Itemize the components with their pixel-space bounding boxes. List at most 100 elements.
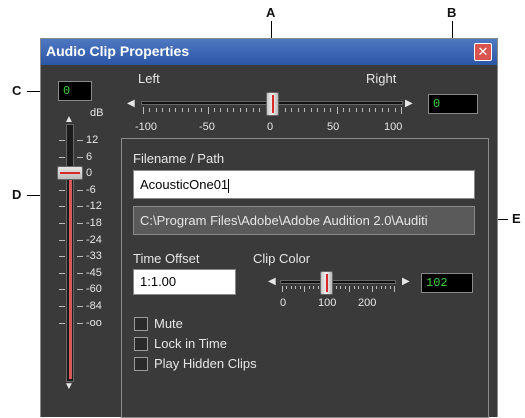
- volume-readout[interactable]: 0: [58, 81, 92, 101]
- close-button[interactable]: ✕: [474, 43, 492, 61]
- volume-tick-label: -6: [86, 183, 96, 196]
- pan-tick-mark: [259, 108, 261, 112]
- clip-color-slider-thumb[interactable]: [320, 271, 334, 295]
- filename-value: AcousticOne01: [140, 177, 229, 192]
- pan-tick-mark: [252, 108, 254, 112]
- volume-tick-label: -60: [86, 283, 102, 296]
- pan-tick-mark: [323, 108, 325, 112]
- pan-tick-mark: [304, 108, 306, 112]
- pan-tick-mark: [330, 108, 332, 112]
- clip-color-tick-mark: [353, 286, 355, 289]
- clip-color-tick-label: 200: [358, 297, 377, 309]
- pan-tick-mark: [362, 108, 364, 112]
- pan-right-label: Right: [366, 71, 397, 86]
- path-field[interactable]: C:\Program Files\Adobe\Adobe Audition 2.…: [133, 206, 475, 235]
- volume-tick-mark: [59, 239, 65, 241]
- volume-level-fill: [69, 174, 72, 379]
- clip-color-tick-mark: [371, 286, 373, 292]
- pan-tick-mark: [291, 108, 293, 112]
- volume-tick-mark: [77, 306, 83, 307]
- volume-slider-thumb[interactable]: [57, 166, 83, 181]
- pan-tick-label: -50: [199, 121, 215, 133]
- clip-color-tick-mark: [335, 286, 337, 289]
- volume-tick-mark: [77, 239, 83, 241]
- pan-left-arrow-icon[interactable]: ◀: [127, 98, 135, 109]
- pan-tick-mark: [220, 108, 222, 112]
- volume-tick-mark: [77, 140, 83, 141]
- volume-tick-mark: [77, 322, 83, 324]
- filename-input[interactable]: AcousticOne01: [133, 170, 475, 199]
- clip-color-tick-mark: [376, 286, 378, 289]
- callout-label-c: C: [12, 83, 22, 98]
- filename-label: Filename / Path: [133, 151, 225, 166]
- pan-tick-mark: [388, 108, 390, 112]
- clip-color-tick-mark: [385, 286, 387, 289]
- volume-tick-mark: [77, 272, 83, 274]
- lock-in-time-checkbox[interactable]: [134, 337, 148, 351]
- volume-tick-label: -45: [86, 266, 102, 279]
- dialog-title: Audio Clip Properties: [46, 43, 190, 59]
- volume-down-arrow-icon[interactable]: ▼: [64, 381, 74, 392]
- clip-color-tick-mark: [340, 286, 342, 289]
- pan-tick-mark: [375, 108, 377, 112]
- volume-tick-mark: [77, 256, 83, 258]
- pan-tick-label: 100: [384, 121, 403, 133]
- pan-slider-thumb[interactable]: [266, 92, 279, 116]
- volume-slider-track[interactable]: [66, 124, 74, 382]
- volume-tick-label: 6: [86, 150, 93, 163]
- volume-tick-mark: [59, 189, 65, 191]
- clip-color-tick-mark: [362, 286, 364, 289]
- volume-tick-label: 12: [86, 134, 99, 146]
- callout-label-b: B: [447, 5, 457, 20]
- pan-tick-mark: [175, 108, 177, 112]
- pan-tick-mark: [349, 108, 351, 112]
- pan-tick-mark: [188, 108, 190, 112]
- pan-tick-mark: [201, 108, 203, 112]
- text-cursor: [228, 178, 230, 193]
- clip-color-tick-mark: [349, 286, 351, 292]
- volume-tick-mark: [77, 206, 83, 208]
- mute-checkbox[interactable]: [134, 317, 148, 331]
- volume-tick-mark: [77, 289, 83, 291]
- volume-tick-label: -33: [86, 250, 102, 263]
- clip-settings-panel: Filename / Path AcousticOne01 C:\Program…: [121, 138, 489, 418]
- clip-color-right-arrow-icon[interactable]: ▶: [402, 276, 410, 287]
- clip-color-tick-mark: [380, 286, 382, 289]
- audio-clip-properties-dialog: Audio Clip Properties ✕ 0 Left Right ◀ ▶…: [40, 38, 498, 418]
- clip-color-tick-mark: [304, 286, 306, 292]
- pan-tick-mark: [181, 108, 183, 112]
- pan-tick-mark: [168, 108, 170, 112]
- clip-color-tick-mark: [313, 286, 315, 289]
- pan-tick-mark: [317, 108, 319, 112]
- pan-tick-mark: [207, 107, 209, 114]
- clip-color-slider-track[interactable]: [280, 280, 396, 284]
- pan-tick-mark: [381, 108, 383, 112]
- clip-color-tick-mark: [295, 286, 297, 289]
- pan-tick-mark: [233, 108, 235, 112]
- db-unit-label: dB: [90, 107, 104, 119]
- clip-color-tick-label: 0: [280, 297, 287, 309]
- callout-label-d: D: [12, 187, 22, 202]
- pan-tick-mark: [246, 108, 248, 112]
- pan-tick-label: -100: [135, 121, 158, 133]
- volume-tick-mark: [59, 156, 65, 158]
- clip-color-readout[interactable]: 102: [421, 273, 473, 293]
- title-bar[interactable]: Audio Clip Properties ✕: [41, 39, 497, 65]
- play-hidden-clips-checkbox[interactable]: [134, 357, 148, 371]
- pan-tick-mark: [149, 108, 151, 112]
- volume-tick-mark: [59, 256, 65, 258]
- volume-tick-label: -oo: [86, 316, 102, 329]
- volume-tick-label: -84: [86, 300, 102, 312]
- volume-tick-mark: [77, 156, 83, 158]
- pan-right-arrow-icon[interactable]: ▶: [405, 98, 413, 109]
- clip-color-tick-mark: [282, 286, 283, 292]
- volume-tick-label: 0: [86, 167, 93, 180]
- time-offset-input[interactable]: 1:1.00: [133, 269, 236, 295]
- clip-color-left-arrow-icon[interactable]: ◀: [268, 276, 276, 287]
- clip-color-tick-mark: [290, 286, 292, 289]
- clip-color-tick-mark: [317, 286, 319, 289]
- pan-readout[interactable]: 0: [428, 94, 478, 114]
- clip-color-tick-label: 100: [318, 297, 337, 309]
- play-hidden-clips-label: Play Hidden Clips: [154, 356, 257, 371]
- pan-tick-mark: [284, 108, 286, 112]
